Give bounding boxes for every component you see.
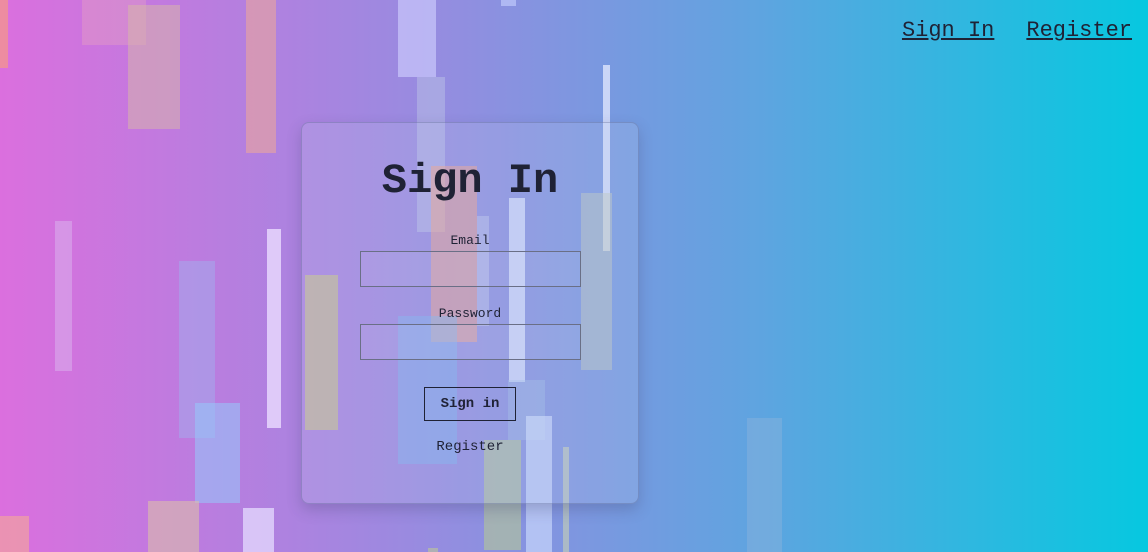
background-bar [398, 0, 436, 77]
nav-sign-in-link[interactable]: Sign In [902, 18, 994, 43]
email-field[interactable] [359, 251, 581, 287]
sign-in-card: Sign In Email Password Sign in Register [301, 122, 639, 504]
background-bar [267, 229, 281, 428]
page-title: Sign In [381, 157, 559, 205]
password-field[interactable] [359, 324, 581, 360]
top-nav: Sign In Register [902, 18, 1132, 43]
sign-in-button[interactable]: Sign in [424, 387, 516, 421]
password-label: Password [438, 306, 502, 321]
register-link[interactable]: Register [302, 439, 638, 455]
nav-register-link[interactable]: Register [1026, 18, 1132, 43]
background-bar [0, 516, 29, 552]
email-label: Email [450, 233, 490, 248]
background-bar [148, 501, 199, 552]
background-bar [243, 508, 274, 552]
background-bar [246, 0, 276, 153]
background-bar [501, 0, 516, 6]
background-bar [747, 418, 782, 552]
background-bar [128, 5, 180, 129]
background-bar [428, 548, 438, 552]
background-bar [195, 403, 240, 503]
background-bar [0, 0, 8, 68]
background-bar [55, 221, 72, 371]
